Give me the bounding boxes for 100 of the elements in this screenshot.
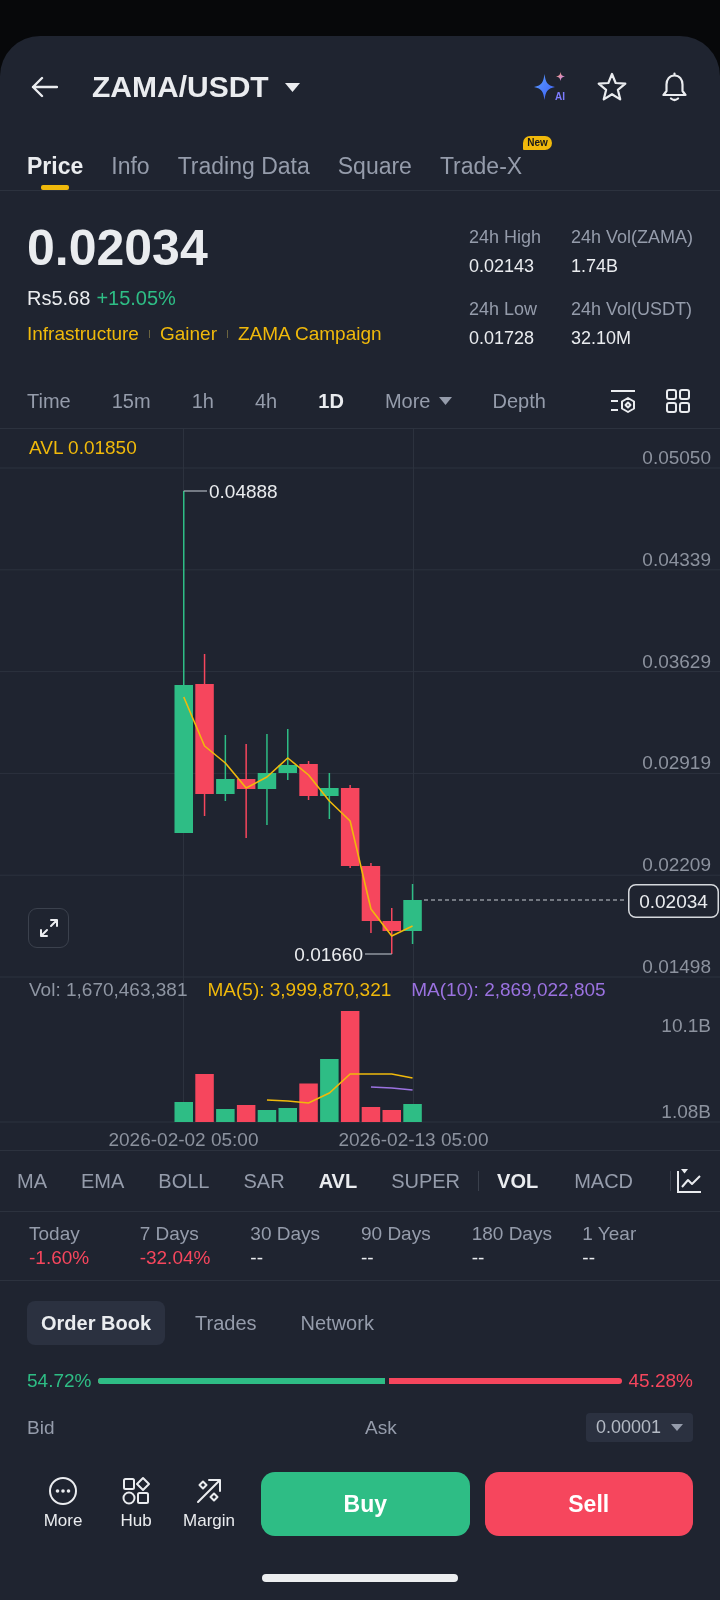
volume-axis-label: 10.1B — [661, 1015, 711, 1036]
period-label: 7 Days — [139, 1222, 199, 1246]
stat-label: 24h Vol(ZAMA) — [570, 226, 693, 249]
interval-tab[interactable]: 1h — [191, 388, 214, 414]
price-change: +15.05% — [96, 286, 176, 311]
indicator-tab[interactable]: BOLL — [158, 1168, 210, 1194]
precision-dropdown[interactable]: 0.00001 — [585, 1413, 693, 1442]
column-header: Bid — [27, 1416, 55, 1438]
period-label: 30 Days — [250, 1222, 321, 1246]
tab[interactable]: Info — [111, 138, 150, 190]
caret-icon — [438, 397, 452, 405]
low-price-label: 0.01660 — [294, 944, 363, 965]
caret-icon — [671, 1424, 683, 1431]
indicator-tab[interactable]: AVL — [318, 1168, 358, 1194]
category-link[interactable]: Infrastructure — [27, 321, 139, 347]
time-axis-label: 2026-02-13 05:00 — [338, 1129, 489, 1150]
back-icon[interactable] — [31, 76, 58, 98]
more-icon — [48, 1476, 78, 1506]
change-value: -32.04% — [139, 1246, 211, 1270]
tab[interactable]: Trade-X — [439, 138, 523, 190]
interval-tab[interactable]: 4h — [255, 388, 278, 414]
interval-tab[interactable]: 1D — [318, 388, 344, 414]
volume-bar — [299, 1083, 318, 1122]
candle — [216, 734, 235, 802]
interval-tab[interactable]: Time — [27, 388, 71, 414]
current-price-label: 0.02034 — [628, 884, 719, 918]
category-link[interactable]: ZAMA Campaign — [237, 321, 382, 347]
interval-tab[interactable]: Depth — [492, 388, 546, 414]
indicator-tab[interactable]: MA — [17, 1168, 47, 1194]
more-button[interactable]: More — [32, 1476, 94, 1532]
indicator-tab[interactable]: MACD — [574, 1168, 634, 1194]
indicator-tab[interactable]: SUPER — [391, 1168, 461, 1194]
volume-bar — [257, 1110, 277, 1122]
category-link[interactable]: Gainer — [159, 321, 217, 347]
change-value: -1.60% — [29, 1246, 90, 1270]
pair-selector[interactable]: ZAMA/USDT — [92, 69, 300, 105]
tab[interactable]: Square — [337, 138, 412, 190]
volume-bar — [382, 1110, 401, 1122]
bid-share: 54.72% — [27, 1370, 92, 1392]
star-icon[interactable] — [596, 72, 628, 102]
legend-label: Vol: 1,670,463,381 — [29, 978, 188, 1002]
tab[interactable]: Trading Data — [177, 138, 310, 190]
volume-bar — [195, 1074, 214, 1122]
grid-icon[interactable] — [666, 389, 690, 413]
price-axis-label: 0.01498 — [642, 956, 711, 977]
chart-icon[interactable] — [676, 1168, 703, 1194]
interval-tab[interactable]: 15m — [111, 388, 151, 414]
tab[interactable]: Trades — [181, 1301, 271, 1345]
sell-button[interactable]: Sell — [484, 1472, 693, 1536]
volume-bar — [236, 1105, 256, 1122]
volume-bar — [174, 1102, 193, 1122]
indicator-tab[interactable]: EMA — [81, 1168, 125, 1194]
price-axis-label: 0.02209 — [642, 854, 711, 876]
stat-value: 0.02143 — [468, 255, 536, 278]
volume-axis-label: 1.08B — [661, 1101, 711, 1122]
column-header: Ask — [365, 1416, 397, 1438]
diagonal-arrow-icon — [194, 1476, 224, 1506]
leader-line — [183, 490, 208, 492]
change-value: -- — [250, 1246, 263, 1270]
avl-label: AVL 0.01850 — [29, 437, 137, 458]
tab[interactable]: Network — [286, 1301, 388, 1345]
expand-icon — [38, 918, 59, 938]
caret-icon — [284, 82, 300, 92]
legend-label: MA(10): 2,869,022,805 — [411, 978, 606, 1002]
last-price: 0.02034 — [27, 219, 209, 278]
period-label: 1 Year — [582, 1222, 637, 1246]
candle — [299, 760, 318, 801]
tab-badge: New — [523, 136, 552, 150]
period-label: 90 Days — [361, 1222, 431, 1246]
change-value: -- — [361, 1246, 374, 1270]
volume-bar — [278, 1108, 297, 1122]
change-value: -- — [471, 1246, 485, 1270]
price-axis-label: 0.02919 — [642, 752, 711, 774]
margin-button[interactable]: Margin — [178, 1476, 240, 1532]
shapes-icon — [121, 1476, 151, 1506]
period-label: Today — [29, 1222, 80, 1246]
stat-label: 24h Low — [468, 298, 538, 321]
tab[interactable]: Price — [27, 138, 84, 190]
time-axis-label: 2026-02-02 05:00 — [108, 1129, 259, 1150]
bell-icon[interactable] — [660, 72, 689, 102]
high-price-label: 0.04888 — [209, 481, 278, 502]
ai-button[interactable]: AI — [534, 72, 565, 102]
settings-icon[interactable] — [610, 388, 636, 414]
legend-label: MA(5): 3,999,870,321 — [207, 978, 392, 1002]
price-axis-label: 0.05050 — [642, 447, 711, 468]
hub-button[interactable]: Hub — [105, 1476, 167, 1532]
indicator-tab[interactable]: SAR — [243, 1168, 285, 1194]
stat-label: 24h High — [468, 226, 542, 249]
fiat-price: Rs5.68 — [27, 286, 91, 311]
leader-line — [364, 953, 393, 955]
tab[interactable]: Order Book — [27, 1301, 166, 1345]
period-label: 180 Days — [471, 1222, 552, 1246]
volume-bar — [216, 1109, 235, 1122]
interval-tab[interactable]: More — [384, 388, 452, 414]
indicator-tab[interactable]: VOL — [497, 1168, 539, 1194]
expand-button[interactable] — [28, 908, 69, 948]
volume-bar — [403, 1104, 422, 1122]
price-axis-label: 0.03629 — [642, 650, 711, 672]
stat-value: 1.74B — [570, 255, 619, 278]
stat-value: 0.01728 — [468, 327, 536, 350]
